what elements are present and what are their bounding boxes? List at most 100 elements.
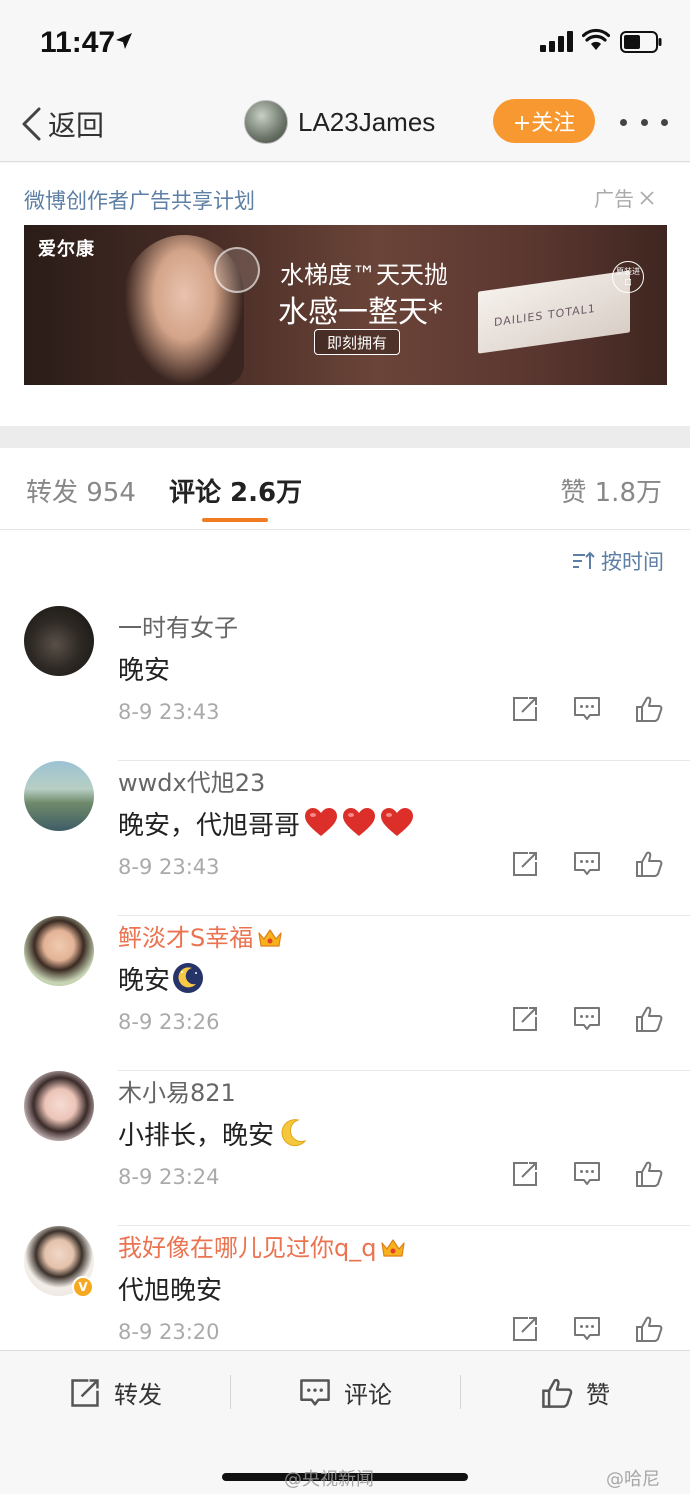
more-options-icon[interactable] <box>620 114 668 130</box>
ad-banner[interactable]: 爱尔康 水梯度™天天抛 水感一整天* 即刻拥有 DAILIES TOTAL1 原… <box>24 225 667 385</box>
like-icon[interactable] <box>634 1314 664 1344</box>
like-icon[interactable] <box>634 694 664 724</box>
like-icon[interactable] <box>634 849 664 879</box>
reply-icon[interactable] <box>572 1004 602 1034</box>
repost-button[interactable]: 转发 <box>68 1375 162 1410</box>
crescent-moon-emoji-icon <box>281 1119 307 1147</box>
comment-time: 8-9 23:24 <box>118 1165 220 1189</box>
comment-text: 晚安 <box>118 656 171 686</box>
tab-bar: 转发 954 评论 2.6万 赞 1.8万 <box>0 448 690 530</box>
reply-icon[interactable] <box>572 694 602 724</box>
comment-text: 小排长，晚安 <box>118 1115 308 1152</box>
crown-icon <box>381 1239 406 1257</box>
comment-time: 8-9 23:43 <box>118 855 220 879</box>
ad-tag[interactable]: 广告 <box>594 183 656 212</box>
comment-label: 评论 <box>344 1381 392 1409</box>
tab-likes[interactable]: 赞 1.8万 <box>560 472 662 509</box>
crown-icon <box>258 929 282 947</box>
share-icon[interactable] <box>510 1159 540 1189</box>
heart-emoji-icon <box>381 808 414 836</box>
avatar[interactable] <box>24 761 94 831</box>
section-divider <box>0 426 690 448</box>
tab-repost[interactable]: 转发 954 <box>26 472 136 509</box>
nav-bar: 返回 LA23James +关注 <box>0 86 690 162</box>
close-icon[interactable] <box>638 189 656 207</box>
comment-text-value: 小排长，晚安 <box>118 1121 275 1151</box>
heart-emoji-icon <box>305 808 338 836</box>
comment-username[interactable]: 我好像在哪儿见过你q_q <box>118 1228 406 1263</box>
heart-emoji-icon <box>343 808 376 836</box>
sort-icon <box>573 551 595 569</box>
comment-item: 木小易821 小排长，晚安 8-9 23:24 <box>0 1071 690 1226</box>
comment-actions <box>510 849 670 883</box>
comment-icon <box>300 1378 330 1406</box>
avatar[interactable] <box>24 1071 94 1141</box>
ad-badge: 原装进口 <box>612 261 644 293</box>
avatar[interactable] <box>24 606 94 676</box>
comment-text: 晚安，代旭哥哥 <box>118 805 414 842</box>
avatar[interactable] <box>244 100 288 144</box>
comment-button[interactable]: 评论 <box>298 1375 392 1410</box>
comment-text-value: 晚安，代旭哥哥 <box>118 811 301 841</box>
share-icon[interactable] <box>510 1314 540 1344</box>
reply-icon[interactable] <box>572 1314 602 1344</box>
comment-time: 8-9 23:43 <box>118 700 220 724</box>
ad-tag-label: 广告 <box>594 187 634 211</box>
contact-lens-image <box>214 247 260 293</box>
comment-username[interactable]: 木小易821 <box>118 1073 236 1108</box>
comment-actions <box>510 1159 670 1193</box>
comment-username-label: 我好像在哪儿见过你q_q <box>118 1234 377 1262</box>
repost-label: 转发 <box>114 1381 162 1409</box>
comment-actions <box>510 694 670 728</box>
share-icon[interactable] <box>510 1004 540 1034</box>
back-button[interactable]: 返回 <box>20 104 104 144</box>
comment-item: V 我好像在哪儿见过你q_q 代旭晚安 8-9 23:20 <box>0 1226 690 1350</box>
status-time: 11:47 <box>40 26 116 59</box>
ad-cta-button[interactable]: 即刻拥有 <box>314 329 400 355</box>
separator <box>460 1375 461 1409</box>
ad-title[interactable]: 微博创作者广告共享计划 <box>24 185 255 215</box>
comment-username[interactable]: 鲆淡才S幸福 <box>118 918 283 953</box>
nav-user[interactable]: LA23James <box>244 100 435 144</box>
reply-icon[interactable] <box>572 849 602 879</box>
ad-headline-2: 水感一整天* <box>278 295 443 330</box>
sort-label: 按时间 <box>601 550 664 574</box>
reply-icon[interactable] <box>572 1159 602 1189</box>
ad-brand: 爱尔康 <box>38 239 95 260</box>
comment-item: 一时有女子 晚安 8-9 23:43 <box>0 606 690 761</box>
back-label: 返回 <box>48 109 105 142</box>
moon-emoji-icon <box>173 963 204 993</box>
comment-text-value: 晚安 <box>118 966 171 996</box>
ad-section: 微博创作者广告共享计划 广告 爱尔康 水梯度™天天抛 水感一整天* 即刻拥有 D… <box>0 163 690 426</box>
comment-item: wwdx代旭23 晚安，代旭哥哥 8-9 23:43 <box>0 761 690 916</box>
comment-username[interactable]: wwdx代旭23 <box>118 763 265 798</box>
comment-username[interactable]: 一时有女子 <box>118 608 238 643</box>
comment-actions <box>510 1004 670 1038</box>
signal-icon <box>540 30 574 52</box>
watermark: @哈尼 <box>606 1469 660 1490</box>
comment-actions <box>510 1314 670 1348</box>
like-label: 赞 <box>586 1381 610 1409</box>
share-icon[interactable] <box>510 849 540 879</box>
comment-time: 8-9 23:26 <box>118 1010 220 1034</box>
share-icon <box>71 1378 99 1407</box>
battery-icon <box>620 31 662 53</box>
like-icon[interactable] <box>634 1159 664 1189</box>
sort-button[interactable]: 按时间 <box>571 546 664 576</box>
like-button[interactable]: 赞 <box>540 1375 610 1410</box>
comment-username-label: 鲆淡才S幸福 <box>118 924 254 952</box>
separator <box>230 1375 231 1409</box>
status-bar: 11:47 <box>0 0 690 86</box>
comment-item: 鲆淡才S幸福 晚安 8-9 23:26 <box>0 916 690 1071</box>
ad-headline-1: 水梯度™天天抛 <box>280 261 448 289</box>
like-icon[interactable] <box>634 1004 664 1034</box>
wifi-icon <box>582 28 610 50</box>
verified-badge-icon: V <box>72 1276 94 1298</box>
share-icon[interactable] <box>510 694 540 724</box>
follow-button[interactable]: +关注 <box>493 99 595 143</box>
nav-username[interactable]: LA23James <box>298 107 435 138</box>
watermark: @央视新闻 <box>284 1469 374 1490</box>
avatar[interactable] <box>24 916 94 986</box>
comment-time: 8-9 23:20 <box>118 1320 220 1344</box>
active-tab-indicator <box>202 518 268 522</box>
